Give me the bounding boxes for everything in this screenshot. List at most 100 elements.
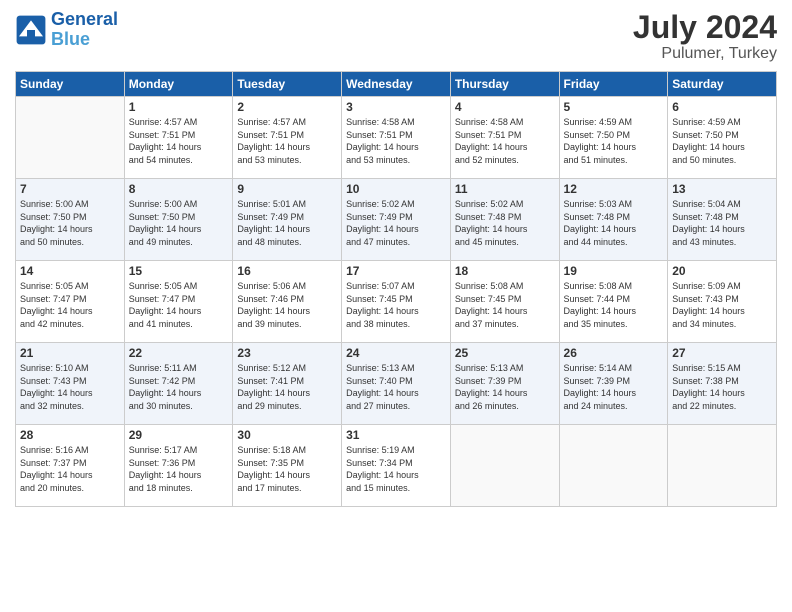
day-info: Sunrise: 5:01 AMSunset: 7:49 PMDaylight:… <box>237 198 337 248</box>
day-cell: 7Sunrise: 5:00 AMSunset: 7:50 PMDaylight… <box>16 179 125 261</box>
day-cell: 4Sunrise: 4:58 AMSunset: 7:51 PMDaylight… <box>450 97 559 179</box>
day-number: 12 <box>564 182 664 196</box>
day-info: Sunrise: 4:57 AMSunset: 7:51 PMDaylight:… <box>129 116 229 166</box>
day-cell: 5 Sunrise: 4:59 AMSunset: 7:50 PMDaylight… <box>559 97 668 179</box>
day-number: 8 <box>129 182 229 196</box>
day-cell: 2 Sunrise: 4:57 AMSunset: 7:51 PMDaylight… <box>233 97 342 179</box>
day-info: Sunrise: 5:04 AMSunset: 7:48 PMDaylight:… <box>672 198 772 248</box>
day-info: Sunrise: 5:05 AMSunset: 7:47 PMDaylight:… <box>20 280 120 330</box>
day-info: Sunrise: 4:59 AMSunset: 7:50 PMDaylight:… <box>672 116 772 166</box>
day-cell: 15 Sunrise: 5:05 AMSunset: 7:47 PMDayligh… <box>124 261 233 343</box>
day-cell: 13 Sunrise: 5:04 AMSunset: 7:48 PMDayligh… <box>668 179 777 261</box>
day-number: 28 <box>20 428 120 442</box>
weekday-header-row: SundayMondayTuesdayWednesdayThursdayFrid… <box>16 72 777 97</box>
logo-icon <box>15 14 47 46</box>
day-number: 10 <box>346 182 446 196</box>
day-cell <box>450 425 559 507</box>
day-info: Sunrise: 5:09 AMSunset: 7:43 PMDaylight:… <box>672 280 772 330</box>
day-info: Sunrise: 5:05 AMSunset: 7:47 PMDaylight:… <box>129 280 229 330</box>
weekday-header-wednesday: Wednesday <box>342 72 451 97</box>
day-info: Sunrise: 5:17 AMSunset: 7:36 PMDaylight:… <box>129 444 229 494</box>
weekday-header-saturday: Saturday <box>668 72 777 97</box>
day-info: Sunrise: 4:58 AMSunset: 7:51 PMDaylight:… <box>455 116 555 166</box>
day-number: 30 <box>237 428 337 442</box>
day-number: 24 <box>346 346 446 360</box>
day-number: 5 <box>564 100 664 114</box>
day-cell: 8Sunrise: 5:00 AMSunset: 7:50 PMDaylight… <box>124 179 233 261</box>
day-number: 16 <box>237 264 337 278</box>
day-number: 6 <box>672 100 772 114</box>
day-cell: 29 Sunrise: 5:17 AMSunset: 7:36 PMDayligh… <box>124 425 233 507</box>
day-info: Sunrise: 5:07 AMSunset: 7:45 PMDaylight:… <box>346 280 446 330</box>
day-cell: 1 Sunrise: 4:57 AMSunset: 7:51 PMDaylight… <box>124 97 233 179</box>
day-number: 3 <box>346 100 446 114</box>
calendar-page: General Blue July 2024 Pulumer, Turkey S… <box>0 0 792 612</box>
weekday-header-monday: Monday <box>124 72 233 97</box>
month-year: July 2024 <box>633 10 777 45</box>
day-cell: 3 Sunrise: 4:58 AMSunset: 7:51 PMDaylight… <box>342 97 451 179</box>
day-info: Sunrise: 5:13 AMSunset: 7:39 PMDaylight:… <box>455 362 555 412</box>
logo-text: General Blue <box>51 10 118 50</box>
day-number: 31 <box>346 428 446 442</box>
day-cell: 19Sunrise: 5:08 AMSunset: 7:44 PMDayligh… <box>559 261 668 343</box>
day-number: 29 <box>129 428 229 442</box>
day-number: 7 <box>20 182 120 196</box>
day-cell: 30 Sunrise: 5:18 AMSunset: 7:35 PMDayligh… <box>233 425 342 507</box>
week-row-5: 28 Sunrise: 5:16 AMSunset: 7:37 PMDayligh… <box>16 425 777 507</box>
day-info: Sunrise: 5:18 AMSunset: 7:35 PMDaylight:… <box>237 444 337 494</box>
weekday-header-sunday: Sunday <box>16 72 125 97</box>
logo: General Blue <box>15 10 118 50</box>
day-number: 14 <box>20 264 120 278</box>
day-info: Sunrise: 5:14 AMSunset: 7:39 PMDaylight:… <box>564 362 664 412</box>
day-number: 2 <box>237 100 337 114</box>
day-cell: 6 Sunrise: 4:59 AMSunset: 7:50 PMDaylight… <box>668 97 777 179</box>
day-info: Sunrise: 5:03 AMSunset: 7:48 PMDaylight:… <box>564 198 664 248</box>
day-info: Sunrise: 5:12 AMSunset: 7:41 PMDaylight:… <box>237 362 337 412</box>
day-number: 19 <box>564 264 664 278</box>
day-number: 9 <box>237 182 337 196</box>
location: Pulumer, Turkey <box>633 45 777 63</box>
day-number: 13 <box>672 182 772 196</box>
logo-line2: Blue <box>51 29 90 49</box>
day-info: Sunrise: 5:19 AMSunset: 7:34 PMDaylight:… <box>346 444 446 494</box>
day-info: Sunrise: 5:08 AMSunset: 7:45 PMDaylight:… <box>455 280 555 330</box>
day-cell: 16 Sunrise: 5:06 AMSunset: 7:46 PMDayligh… <box>233 261 342 343</box>
day-info: Sunrise: 4:58 AMSunset: 7:51 PMDaylight:… <box>346 116 446 166</box>
day-info: Sunrise: 5:16 AMSunset: 7:37 PMDaylight:… <box>20 444 120 494</box>
day-info: Sunrise: 5:02 AMSunset: 7:49 PMDaylight:… <box>346 198 446 248</box>
logo-line1: General <box>51 9 118 29</box>
day-cell <box>16 97 125 179</box>
week-row-2: 7Sunrise: 5:00 AMSunset: 7:50 PMDaylight… <box>16 179 777 261</box>
day-cell: 28 Sunrise: 5:16 AMSunset: 7:37 PMDayligh… <box>16 425 125 507</box>
week-row-4: 21Sunrise: 5:10 AMSunset: 7:43 PMDayligh… <box>16 343 777 425</box>
weekday-header-friday: Friday <box>559 72 668 97</box>
day-number: 1 <box>129 100 229 114</box>
day-cell: 22Sunrise: 5:11 AMSunset: 7:42 PMDayligh… <box>124 343 233 425</box>
day-number: 23 <box>237 346 337 360</box>
day-number: 26 <box>564 346 664 360</box>
day-info: Sunrise: 4:59 AMSunset: 7:50 PMDaylight:… <box>564 116 664 166</box>
day-number: 15 <box>129 264 229 278</box>
day-cell: 21Sunrise: 5:10 AMSunset: 7:43 PMDayligh… <box>16 343 125 425</box>
day-cell: 14 Sunrise: 5:05 AMSunset: 7:47 PMDayligh… <box>16 261 125 343</box>
day-info: Sunrise: 5:06 AMSunset: 7:46 PMDaylight:… <box>237 280 337 330</box>
week-row-3: 14 Sunrise: 5:05 AMSunset: 7:47 PMDayligh… <box>16 261 777 343</box>
day-number: 17 <box>346 264 446 278</box>
day-info: Sunrise: 4:57 AMSunset: 7:51 PMDaylight:… <box>237 116 337 166</box>
weekday-header-tuesday: Tuesday <box>233 72 342 97</box>
weekday-header-thursday: Thursday <box>450 72 559 97</box>
day-cell: 12 Sunrise: 5:03 AMSunset: 7:48 PMDayligh… <box>559 179 668 261</box>
title-block: July 2024 Pulumer, Turkey <box>633 10 777 63</box>
day-info: Sunrise: 5:02 AMSunset: 7:48 PMDaylight:… <box>455 198 555 248</box>
day-cell: 11Sunrise: 5:02 AMSunset: 7:48 PMDayligh… <box>450 179 559 261</box>
day-info: Sunrise: 5:13 AMSunset: 7:40 PMDaylight:… <box>346 362 446 412</box>
day-number: 21 <box>20 346 120 360</box>
day-cell: 23 Sunrise: 5:12 AMSunset: 7:41 PMDayligh… <box>233 343 342 425</box>
day-cell: 17 Sunrise: 5:07 AMSunset: 7:45 PMDayligh… <box>342 261 451 343</box>
day-cell: 10 Sunrise: 5:02 AMSunset: 7:49 PMDayligh… <box>342 179 451 261</box>
page-header: General Blue July 2024 Pulumer, Turkey <box>15 10 777 63</box>
day-number: 18 <box>455 264 555 278</box>
day-number: 27 <box>672 346 772 360</box>
day-cell: 24 Sunrise: 5:13 AMSunset: 7:40 PMDayligh… <box>342 343 451 425</box>
day-cell: 18 Sunrise: 5:08 AMSunset: 7:45 PMDayligh… <box>450 261 559 343</box>
